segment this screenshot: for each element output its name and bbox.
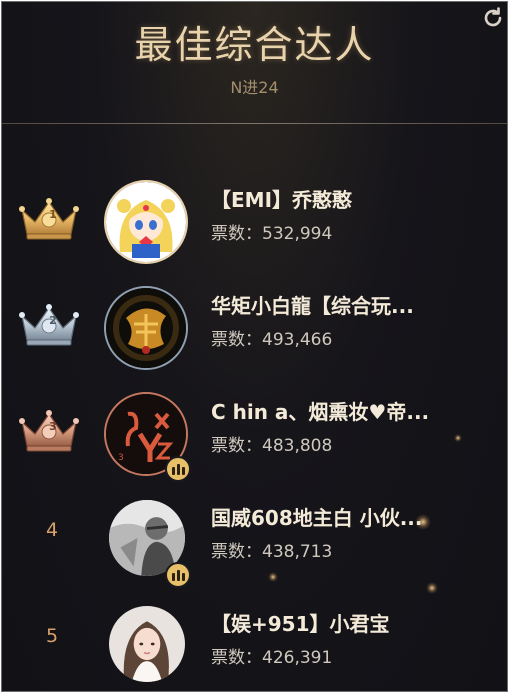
vote-count: 票数：438,713	[211, 537, 332, 562]
vote-label: 票数：	[211, 648, 262, 668]
streamer-name: 国威608地主白 小伙...	[211, 506, 423, 530]
vote-label: 票数：	[211, 224, 262, 244]
list-item[interactable]: 3 3 C hin a、烟熏妆♥帝... 票数：483,808	[2, 380, 507, 482]
list-item[interactable]: 2 华矩小白龍【综合玩... 票数：493,466	[2, 274, 507, 374]
live-indicator-icon	[165, 456, 191, 482]
vote-label: 票数：	[211, 330, 262, 350]
rank-number: 3	[49, 420, 57, 433]
refresh-icon[interactable]	[481, 6, 505, 30]
streamer-name: 【EMI】乔憨憨	[211, 188, 353, 212]
rank-number: 4	[45, 519, 59, 541]
header: 最佳综合达人 N进24	[2, 2, 507, 122]
live-indicator-icon	[165, 562, 191, 588]
page-subtitle: N进24	[230, 78, 279, 97]
streamer-name: 华矩小白龍【综合玩...	[211, 294, 414, 318]
leaderboard-panel: 最佳综合达人 N进24 1 【EMI】乔憨憨 票数：532,994 2 华矩小白…	[1, 1, 508, 692]
vote-label: 票数：	[211, 436, 262, 456]
list-item[interactable]: 4 国威608地主白 小伙... 票数：438,713	[2, 486, 507, 588]
streamer-name: C hin a、烟熏妆♥帝...	[211, 400, 430, 424]
vote-count: 票数：493,466	[211, 325, 332, 350]
vote-value: 438,713	[262, 542, 333, 562]
vote-count: 票数：483,808	[211, 431, 332, 456]
page-title: 最佳综合达人	[134, 23, 375, 67]
avatar[interactable]	[106, 182, 186, 262]
vote-value: 532,994	[262, 224, 333, 244]
vote-value: 426,391	[262, 648, 333, 668]
avatar[interactable]	[109, 606, 185, 682]
list-item[interactable]: 1 【EMI】乔憨憨 票数：532,994	[2, 168, 507, 268]
vote-count: 票数：426,391	[211, 643, 332, 668]
rank-number: 5	[45, 625, 59, 647]
vote-count: 票数：532,994	[211, 219, 332, 244]
rank-number: 2	[49, 314, 57, 327]
vote-label: 票数：	[211, 542, 262, 562]
streamer-name: 【娱+951】小君宝	[211, 612, 390, 636]
svg-text:3: 3	[118, 453, 124, 463]
rank-number: 1	[49, 208, 57, 221]
header-divider	[2, 123, 507, 124]
list-item[interactable]: 5 【娱+951】小君宝 票数：426,391	[2, 592, 507, 691]
avatar[interactable]	[106, 288, 186, 368]
vote-value: 483,808	[262, 436, 333, 456]
vote-value: 493,466	[262, 330, 333, 350]
